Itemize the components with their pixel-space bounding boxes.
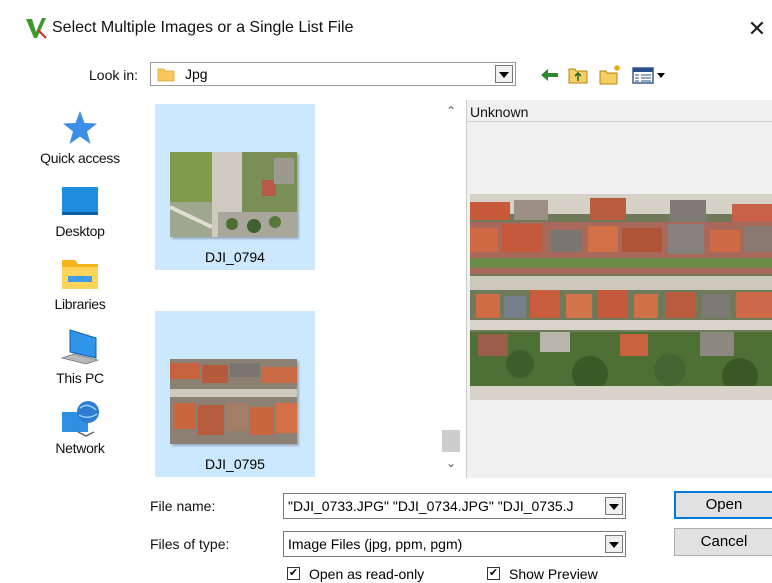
title-bar: Select Multiple Images or a Single List … (0, 0, 772, 56)
chevron-down-icon (609, 542, 619, 548)
file-name-value: "DJI_0733.JPG" "DJI_0734.JPG" "DJI_0735.… (288, 498, 574, 514)
file-list[interactable]: DJI_0794 DJI_0795 (148, 97, 466, 479)
up-one-level-button[interactable] (565, 62, 591, 88)
file-item[interactable]: DJI_0794 (155, 104, 315, 270)
app-logo-icon (24, 16, 48, 40)
preview-header: Unknown (467, 100, 772, 122)
place-label-quick-access: Quick access (40, 150, 120, 166)
place-libraries[interactable]: Libraries (22, 254, 138, 312)
close-button[interactable]: ✕ (742, 14, 772, 44)
preview-pane: Unknown (466, 100, 772, 478)
place-label-this-pc: This PC (56, 370, 104, 386)
view-menu-button[interactable] (630, 62, 670, 88)
show-preview-checkbox[interactable]: ✔ Show Preview (487, 565, 627, 583)
scroll-thumb[interactable] (442, 430, 460, 452)
scroll-down-button[interactable]: ⌄ (440, 456, 462, 474)
desktop-icon (22, 181, 138, 221)
back-arrow-icon (537, 69, 563, 91)
file-type-select[interactable]: Image Files (jpg, ppm, pgm) (283, 531, 626, 557)
close-icon: ✕ (747, 16, 767, 41)
place-network[interactable]: Network (22, 398, 138, 456)
computer-icon (22, 328, 138, 368)
view-menu-icon (630, 67, 670, 91)
look-in-combobox[interactable]: Jpg (150, 62, 516, 86)
place-desktop[interactable]: Desktop (22, 181, 138, 239)
window-title: Select Multiple Images or a Single List … (52, 19, 354, 36)
place-label-libraries: Libraries (54, 296, 106, 312)
file-name-label: DJI_0795 (205, 456, 265, 472)
place-label-network: Network (55, 440, 105, 456)
chevron-up-icon: ⌃ (445, 104, 457, 118)
file-thumbnail (170, 152, 297, 237)
libraries-icon (22, 254, 138, 294)
place-label-desktop: Desktop (55, 223, 105, 239)
file-thumbnail (170, 359, 297, 444)
open-read-only-checkbox[interactable]: ✔ Open as read-only (287, 565, 467, 583)
network-icon (22, 398, 138, 438)
file-type-value: Image Files (jpg, ppm, pgm) (288, 536, 463, 552)
check-icon: ✔ (487, 567, 500, 580)
file-item[interactable]: DJI_0795 (155, 311, 315, 477)
file-type-label: Files of type: (150, 536, 230, 552)
back-button[interactable] (537, 62, 563, 88)
file-name-label: DJI_0794 (205, 249, 265, 265)
new-folder-button[interactable] (597, 62, 623, 88)
file-type-dropdown-button[interactable] (605, 535, 623, 553)
file-name-dropdown-button[interactable] (605, 497, 623, 515)
preview-image (470, 194, 772, 400)
chevron-down-icon: ⌄ (445, 456, 457, 470)
cancel-button[interactable]: Cancel (674, 528, 772, 556)
open-read-only-label: Open as read-only (309, 566, 425, 582)
check-icon: ✔ (287, 567, 300, 580)
chevron-down-icon (609, 504, 619, 510)
new-folder-icon (597, 65, 623, 91)
look-in-dropdown-button[interactable] (495, 65, 513, 83)
file-list-scrollbar[interactable]: ⌃ ⌄ (440, 100, 462, 478)
file-name-input[interactable]: "DJI_0733.JPG" "DJI_0734.JPG" "DJI_0735.… (283, 493, 626, 519)
folder-icon (157, 65, 175, 83)
show-preview-label: Show Preview (509, 566, 598, 582)
place-quick-access[interactable]: Quick access (22, 108, 138, 166)
place-this-pc[interactable]: This PC (22, 328, 138, 386)
file-name-label: File name: (150, 498, 216, 514)
look-in-label: Look in: (89, 67, 139, 83)
chevron-down-icon (499, 72, 509, 78)
up-folder-icon (565, 68, 591, 91)
look-in-value: Jpg (185, 66, 208, 82)
open-button[interactable]: Open (674, 491, 772, 519)
star-icon (22, 108, 138, 148)
scroll-up-button[interactable]: ⌃ (440, 104, 462, 122)
